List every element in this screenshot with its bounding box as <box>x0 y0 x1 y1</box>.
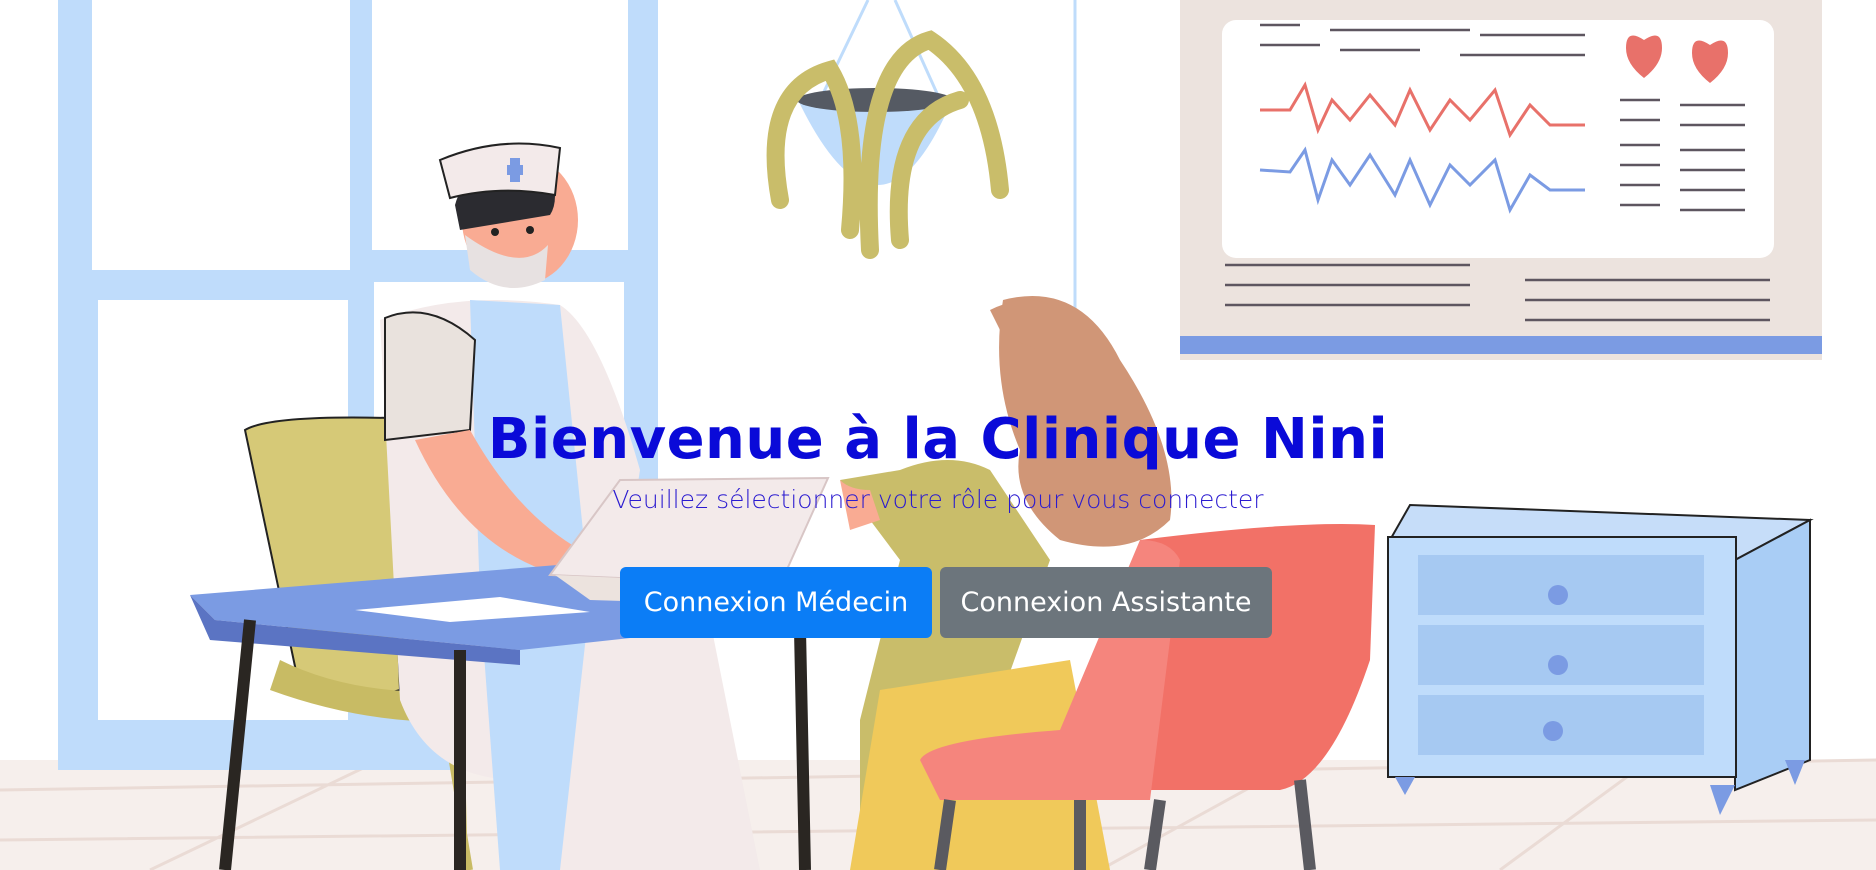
assistant-login-button[interactable]: Connexion Assistante <box>940 567 1272 638</box>
heart-monitor-poster <box>1180 0 1822 360</box>
drawer-cabinet <box>1387 503 1814 815</box>
role-subtitle: Veuillez sélectionner votre rôle pour vo… <box>612 485 1264 514</box>
welcome-section: Bienvenue à la Clinique Nini Veuillez sé… <box>0 400 1876 520</box>
page-title: Bienvenue à la Clinique Nini <box>487 407 1389 472</box>
doctor-login-button[interactable]: Connexion Médecin <box>620 567 932 638</box>
